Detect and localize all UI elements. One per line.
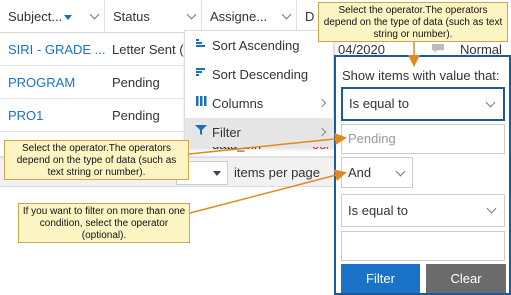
arrow-to-value-input xyxy=(188,132,347,155)
callout-operator-middle: Select the operator.The operators depend… xyxy=(4,140,189,180)
arrow-to-logic-select xyxy=(189,169,347,214)
callout-operator-top: Select the operator.The operators depend… xyxy=(318,2,508,42)
callout-multiple-conditions: If you want to filter on more than one c… xyxy=(18,203,190,243)
